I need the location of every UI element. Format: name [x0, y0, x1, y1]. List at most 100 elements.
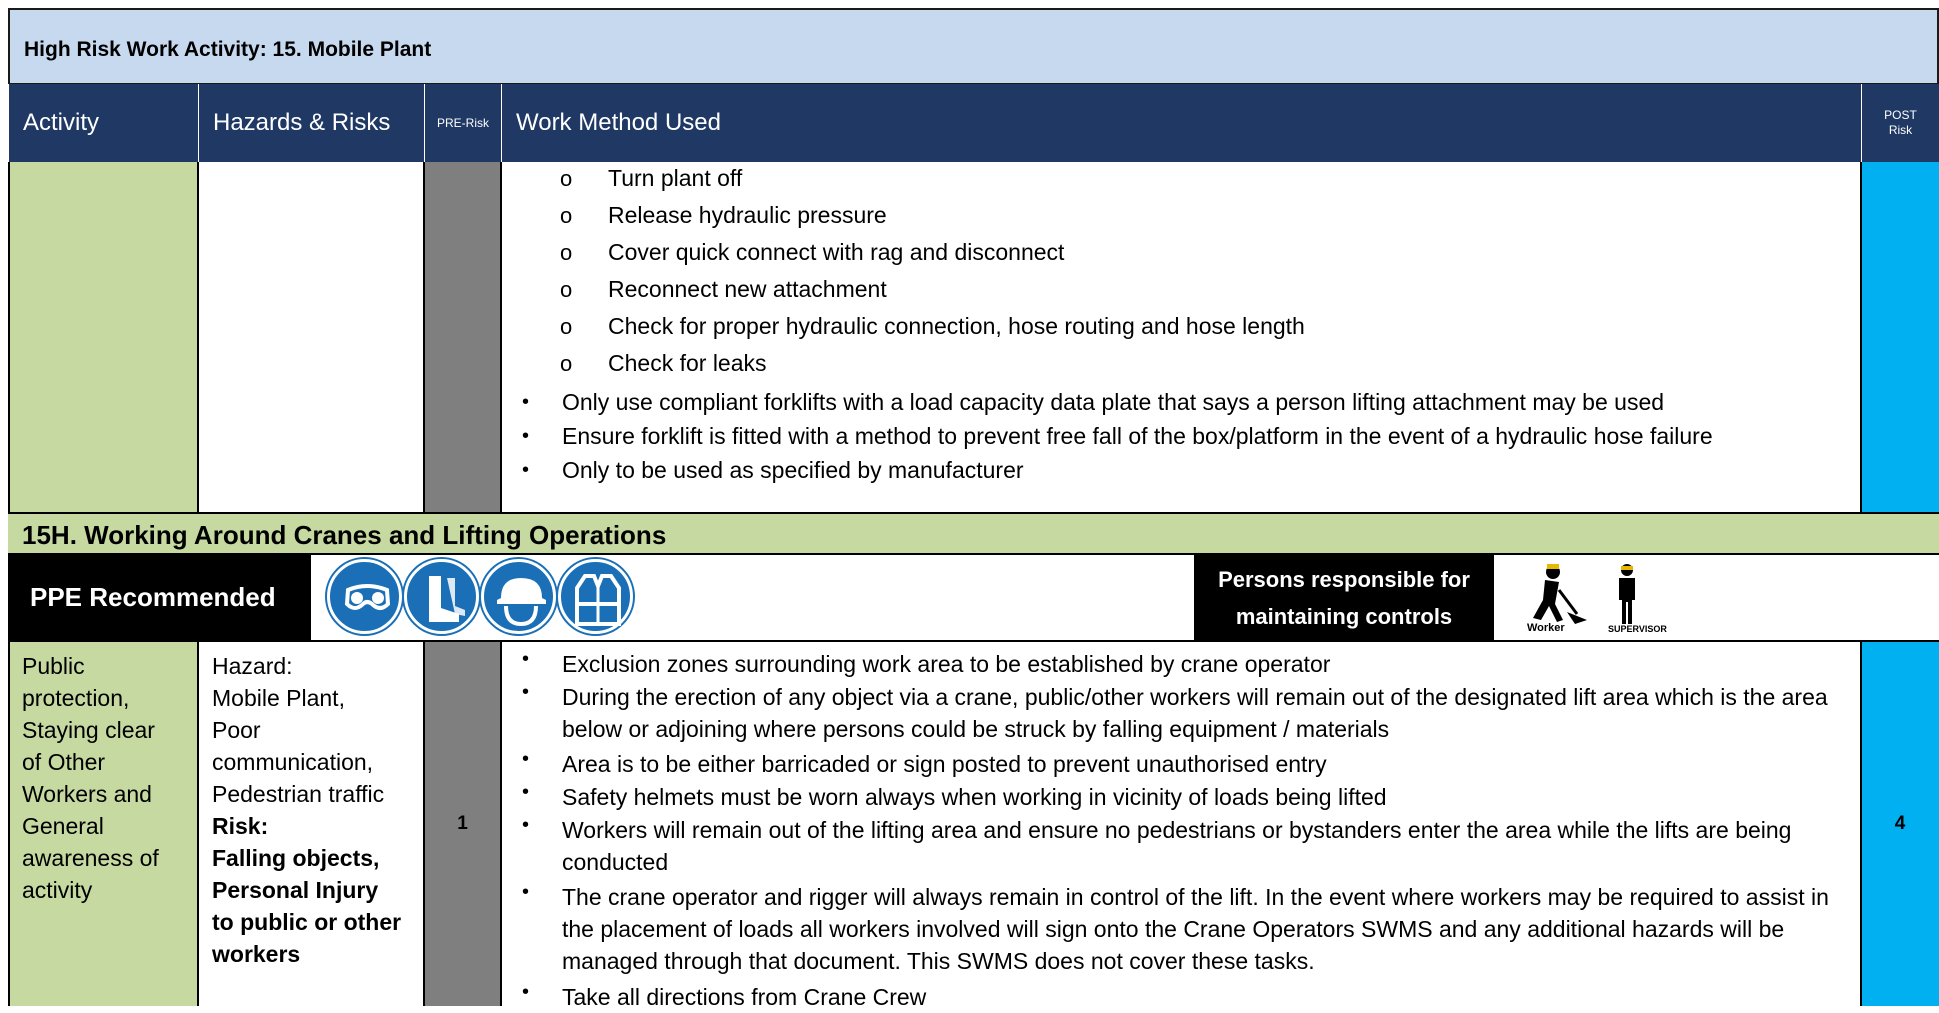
- list-item-text: Check for proper hydraulic connection, h…: [608, 313, 1305, 339]
- hi-vis-vest-icon: [558, 559, 633, 634]
- responsible-persons-icons: Worker SUPERVISOR: [1515, 560, 1687, 638]
- bullet-marker: •: [522, 814, 530, 836]
- activity-line: Staying clear: [22, 717, 155, 743]
- post-risk-value: 4: [1894, 812, 1906, 834]
- border-col1-bottom: [197, 641, 199, 1006]
- hazard-line: Hazard:: [212, 653, 293, 679]
- list-item-text: During the erection of any object via a …: [562, 684, 1828, 742]
- section-title: 15H. Working Around Cranes and Lifting O…: [8, 512, 1939, 555]
- worker-label: Worker: [1527, 622, 1565, 634]
- bullet-marker: •: [522, 425, 530, 447]
- border-left-bottom: [8, 641, 10, 1006]
- sub-bullet-marker: o: [560, 351, 573, 376]
- border-left: [8, 162, 10, 512]
- bullet-marker: •: [522, 981, 530, 1003]
- list-item-text: Take all directions from Crane Crew: [562, 984, 927, 1010]
- list-item-text: Release hydraulic pressure: [608, 202, 887, 228]
- activity-line: activity: [22, 877, 93, 903]
- border-row-top: [8, 640, 1939, 642]
- activity-text: Public protection, Staying clear of Othe…: [22, 650, 198, 906]
- border-col4: [1860, 162, 1862, 512]
- pre-risk-cell-continued: [424, 162, 501, 512]
- hazard-line: communication,: [212, 749, 374, 775]
- activity-cell-continued: [8, 162, 198, 512]
- column-header-activity: Activity: [8, 84, 198, 162]
- swms-page: High Risk Work Activity: 15. Mobile Plan…: [0, 0, 1939, 1010]
- list-item-text: Ensure forklift is fitted with a method …: [562, 423, 1713, 449]
- hazard-line: Mobile Plant,: [212, 685, 345, 711]
- persons-responsible: Persons responsible for maintaining cont…: [1194, 555, 1494, 641]
- method-bullets-top: • Only use compliant forklifts with a loa…: [522, 385, 1852, 510]
- column-header-hazards-label: Hazards & Risks: [213, 109, 391, 136]
- hazard-line: Poor: [212, 717, 261, 743]
- column-header-post-risk: POST Risk: [1861, 84, 1939, 162]
- post-risk-cell-continued: [1861, 162, 1939, 512]
- ppe-label: PPE Recommended: [8, 555, 311, 641]
- hazards-cell-continued: [198, 162, 424, 512]
- border-col1: [197, 162, 199, 512]
- bullet-marker: •: [522, 748, 530, 770]
- list-item-text: The crane operator and rigger will alway…: [562, 884, 1829, 974]
- pre-risk-value: 1: [457, 812, 468, 834]
- list-item-text: Turn plant off: [608, 165, 743, 191]
- post-risk-cell: 4: [1861, 641, 1939, 1006]
- sub-bullet-marker: o: [560, 314, 573, 339]
- risk-line: Personal Injury: [212, 877, 379, 903]
- activity-line: Public: [22, 653, 85, 679]
- worker-icon: [1533, 564, 1587, 624]
- persons-responsible-line2: maintaining controls: [1235, 604, 1453, 629]
- post-risk-label-line2: Risk: [1888, 123, 1913, 137]
- sub-bullet-marker: o: [560, 166, 573, 191]
- hard-hat-icon: [481, 559, 556, 634]
- list-item-text: Workers will remain out of the lifting a…: [562, 817, 1792, 875]
- eye-protection-icon: [327, 559, 402, 634]
- method-bullets-bottom: • Exclusion zones surrounding work area t…: [522, 648, 1857, 1010]
- column-header-activity-label: Activity: [23, 109, 100, 136]
- bullet-marker: •: [522, 648, 530, 670]
- column-header-pre-risk: PRE-Risk: [424, 84, 501, 162]
- activity-line: protection,: [22, 685, 130, 711]
- column-header-method: Work Method Used: [501, 84, 1861, 162]
- sub-bullet-marker: o: [560, 240, 573, 265]
- column-header-hazards: Hazards & Risks: [198, 84, 424, 162]
- bullet-marker: •: [522, 391, 530, 413]
- list-item-text: Area is to be either barricaded or sign …: [562, 751, 1327, 777]
- risk-line: to public or other: [212, 909, 402, 935]
- list-item-text: Cover quick connect with rag and disconn…: [608, 239, 1065, 265]
- bullet-marker: •: [522, 681, 530, 703]
- activity-title: High Risk Work Activity: 15. Mobile Plan…: [8, 8, 1939, 85]
- list-item-text: Safety helmets must be worn always when …: [562, 784, 1387, 810]
- pre-risk-cell: 1: [424, 641, 501, 1006]
- bullet-marker: •: [522, 881, 530, 903]
- risk-line: Falling objects,: [212, 845, 380, 871]
- hazard-line: Pedestrian traffic: [212, 781, 385, 807]
- list-item-text: Only to be used as specified by manufact…: [562, 457, 1024, 483]
- bullet-marker: •: [522, 459, 530, 481]
- persons-responsible-line1: Persons responsible for: [1218, 567, 1470, 592]
- list-item-text: Only use compliant forklifts with a load…: [562, 389, 1665, 415]
- activity-cell: Public protection, Staying clear of Othe…: [8, 641, 198, 1006]
- border-col3: [500, 162, 502, 512]
- column-header-pre-risk-label: PRE-Risk: [436, 115, 489, 130]
- sub-bullet-marker: o: [560, 277, 573, 302]
- safety-boots-icon: [404, 559, 479, 634]
- list-item-text: Exclusion zones surrounding work area to…: [562, 651, 1331, 677]
- column-header-method-label: Work Method Used: [516, 109, 721, 136]
- border-col2: [423, 162, 425, 512]
- sub-bullet-marker: o: [560, 203, 573, 228]
- hazards-text: Hazard: Mobile Plant, Poor communication…: [212, 650, 424, 970]
- border-col3-bottom: [500, 641, 502, 1006]
- hazards-cell: Hazard: Mobile Plant, Poor communication…: [198, 641, 424, 1006]
- supervisor-icon: [1619, 564, 1635, 624]
- activity-line: Workers and: [22, 781, 152, 807]
- border-col2-bottom: [423, 641, 425, 1006]
- list-item-text: Check for leaks: [608, 350, 767, 376]
- activity-line: awareness of: [22, 845, 159, 871]
- activity-line: General: [22, 813, 104, 839]
- list-item-text: Reconnect new attachment: [608, 276, 887, 302]
- post-risk-label-line1: POST: [1884, 108, 1917, 122]
- bullet-marker: •: [522, 781, 530, 803]
- risk-line: Risk:: [212, 813, 269, 839]
- risk-line: workers: [212, 941, 301, 967]
- activity-line: of Other: [22, 749, 106, 775]
